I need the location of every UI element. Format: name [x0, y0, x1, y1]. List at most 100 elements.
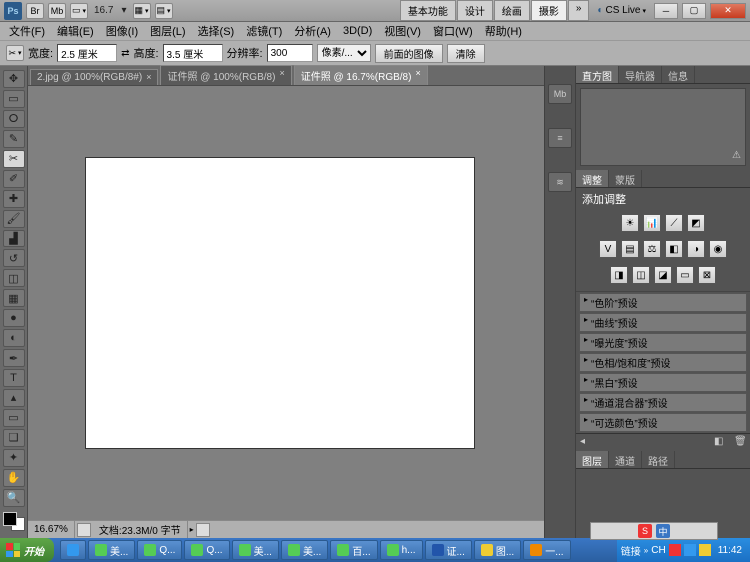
- eraser-tool[interactable]: ◫: [3, 269, 25, 287]
- curves-icon[interactable]: ⟋: [665, 214, 683, 232]
- tray-volume-icon[interactable]: [699, 544, 711, 556]
- exposure-icon[interactable]: ◩: [687, 214, 705, 232]
- close-tab-icon[interactable]: ×: [146, 72, 151, 83]
- status-docsize[interactable]: 文档:23.3M/0 字节: [93, 521, 188, 538]
- close-button[interactable]: ✕: [710, 3, 746, 19]
- gradient-tool[interactable]: ▦: [3, 289, 25, 307]
- tab-channels[interactable]: 通道: [609, 451, 642, 468]
- brush-tool[interactable]: 🖌: [3, 210, 25, 228]
- arrange-dropdown[interactable]: ▤: [155, 3, 173, 19]
- eyedropper-tool[interactable]: ✐: [3, 170, 25, 188]
- tab-paths[interactable]: 路径: [642, 451, 675, 468]
- workspace-photography[interactable]: 摄影: [531, 0, 567, 21]
- tool-preset-dropdown[interactable]: ✂: [6, 45, 24, 61]
- menu-filter[interactable]: 滤镜(T): [241, 22, 287, 40]
- type-tool[interactable]: T: [3, 369, 25, 387]
- tab-navigator[interactable]: 导航器: [619, 66, 662, 83]
- lasso-tool[interactable]: ⵔ: [3, 110, 25, 128]
- crop-height-input[interactable]: [163, 44, 223, 62]
- 3d-tool[interactable]: ❑: [3, 429, 25, 447]
- foreground-color-swatch[interactable]: [3, 512, 17, 526]
- view-extras-dropdown[interactable]: ▦: [133, 3, 151, 19]
- resolution-unit-select[interactable]: 像素/...: [317, 44, 371, 62]
- selective-color-icon[interactable]: ⊠: [698, 266, 716, 284]
- marquee-tool[interactable]: ▭: [3, 90, 25, 108]
- doc-tab-2[interactable]: 证件照 @ 16.7%(RGB/8)×: [294, 65, 428, 85]
- maximize-button[interactable]: ▢: [682, 3, 706, 19]
- canvas-viewport[interactable]: [28, 86, 544, 520]
- task-item-3[interactable]: 美...: [232, 540, 279, 560]
- status-zoom[interactable]: 16.67%: [28, 521, 75, 538]
- tab-adjustments[interactable]: 调整: [576, 170, 609, 187]
- brightness-contrast-icon[interactable]: ☀: [621, 214, 639, 232]
- task-item-6[interactable]: h...: [380, 540, 423, 560]
- menu-file[interactable]: 文件(F): [4, 22, 50, 40]
- status-scroll-handle[interactable]: [196, 523, 210, 537]
- preset-bw[interactable]: “黑白”预设: [579, 373, 747, 392]
- ql-ie[interactable]: [60, 540, 86, 560]
- photo-filter-icon[interactable]: ◑: [687, 240, 705, 258]
- clone-stamp-tool[interactable]: ▟: [3, 230, 25, 248]
- task-item-8[interactable]: 图...: [474, 540, 521, 560]
- gradient-map-icon[interactable]: ▭: [676, 266, 694, 284]
- 3d-camera-tool[interactable]: ✦: [3, 449, 25, 467]
- ime-language-bar[interactable]: S 中: [590, 522, 718, 540]
- levels-icon[interactable]: 📊: [643, 214, 661, 232]
- minimize-button[interactable]: ─: [654, 3, 678, 19]
- threshold-icon[interactable]: ◪: [654, 266, 672, 284]
- menu-edit[interactable]: 编辑(E): [52, 22, 99, 40]
- posterize-icon[interactable]: ◫: [632, 266, 650, 284]
- front-image-button[interactable]: 前面的图像: [375, 44, 443, 63]
- healing-brush-tool[interactable]: ✚: [3, 190, 25, 208]
- status-scroll-left[interactable]: [77, 523, 91, 537]
- hue-sat-icon[interactable]: ▤: [621, 240, 639, 258]
- hand-tool[interactable]: ✋: [3, 469, 25, 487]
- task-item-0[interactable]: 美...: [88, 540, 135, 560]
- dodge-tool[interactable]: ◐: [3, 329, 25, 347]
- tray-icon[interactable]: [684, 544, 696, 556]
- menu-view[interactable]: 视图(V): [379, 22, 426, 40]
- task-item-1[interactable]: Q...: [137, 540, 182, 560]
- start-button[interactable]: 开始: [0, 538, 54, 562]
- zoom-tool[interactable]: 🔍: [3, 489, 25, 507]
- vibrance-icon[interactable]: V: [599, 240, 617, 258]
- color-swatches[interactable]: [3, 512, 25, 531]
- preset-exposure[interactable]: “曝光度”预设: [579, 333, 747, 352]
- blur-tool[interactable]: ●: [3, 309, 25, 327]
- invert-icon[interactable]: ◨: [610, 266, 628, 284]
- color-balance-icon[interactable]: ⚖: [643, 240, 661, 258]
- pen-tool[interactable]: ✒: [3, 349, 25, 367]
- ime-zh-icon[interactable]: 中: [656, 524, 670, 538]
- quick-select-tool[interactable]: ✎: [3, 130, 25, 148]
- cs-live-button[interactable]: CS Live▾: [597, 5, 646, 16]
- zoom-caret[interactable]: ▾: [119, 5, 128, 16]
- minibridge-panel-icon[interactable]: Mb: [548, 84, 572, 104]
- task-item-7[interactable]: 证...: [425, 540, 472, 560]
- menu-image[interactable]: 图像(I): [101, 22, 143, 40]
- tray-links-label[interactable]: 链接: [621, 543, 641, 558]
- crop-resolution-input[interactable]: [267, 44, 313, 62]
- preset-channel-mixer[interactable]: “通道混合器”预设: [579, 393, 747, 412]
- history-panel-icon[interactable]: ≡: [548, 128, 572, 148]
- menu-layer[interactable]: 图层(L): [145, 22, 190, 40]
- preset-curves[interactable]: “曲线”预设: [579, 313, 747, 332]
- task-item-2[interactable]: Q...: [184, 540, 229, 560]
- menu-help[interactable]: 帮助(H): [480, 22, 527, 40]
- shape-tool[interactable]: ▭: [3, 409, 25, 427]
- task-item-9[interactable]: 一...: [523, 540, 570, 560]
- status-caret-icon[interactable]: ▸: [190, 525, 194, 534]
- histogram-warning-icon[interactable]: ⚠: [732, 150, 741, 161]
- tab-histogram[interactable]: 直方图: [576, 66, 619, 83]
- tab-masks[interactable]: 蒙版: [609, 170, 642, 187]
- screen-mode-dropdown[interactable]: ▭: [70, 3, 88, 19]
- swap-wh-icon[interactable]: ⇄: [121, 48, 129, 59]
- clip-to-layer-icon[interactable]: ◧: [714, 436, 730, 450]
- crop-tool[interactable]: ✂: [3, 150, 25, 168]
- path-select-tool[interactable]: ▴: [3, 389, 25, 407]
- doc-tab-1[interactable]: 证件照 @ 100%(RGB/8)×: [160, 65, 291, 85]
- workspace-painting[interactable]: 绘画: [494, 0, 530, 21]
- task-item-4[interactable]: 美...: [281, 540, 328, 560]
- clear-button[interactable]: 清除: [447, 44, 485, 63]
- adjustments-panel-icon[interactable]: ≋: [548, 172, 572, 192]
- menu-3d[interactable]: 3D(D): [338, 24, 377, 38]
